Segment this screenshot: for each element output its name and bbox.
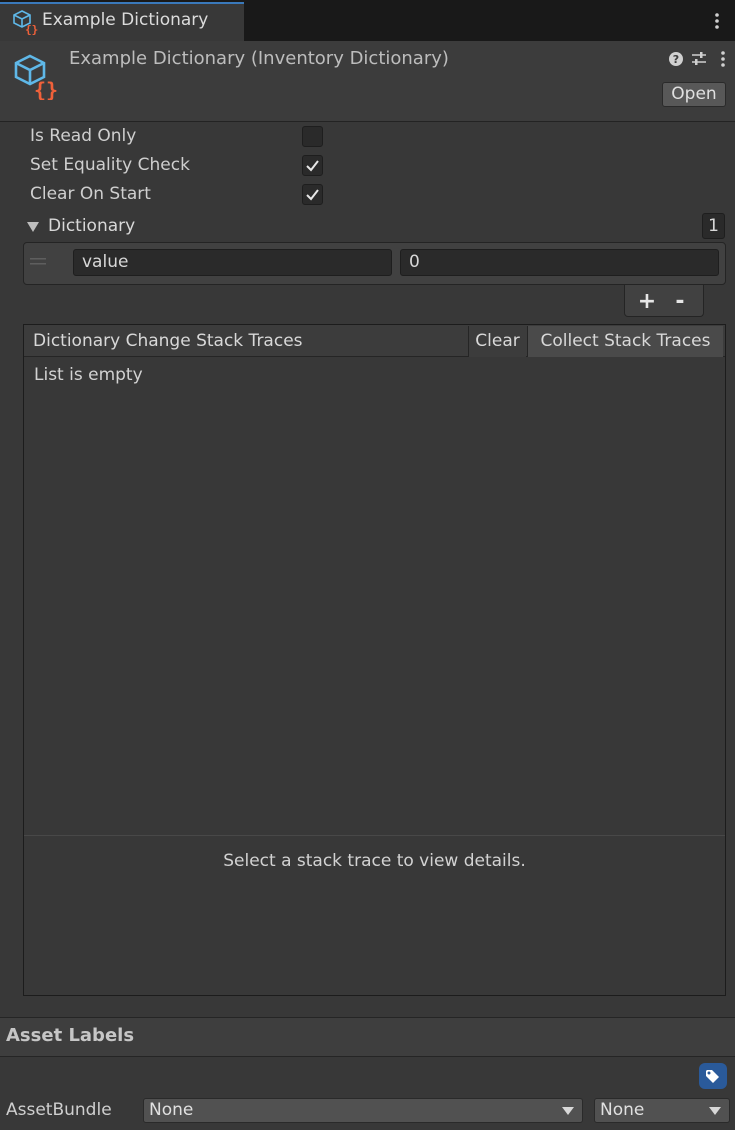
kebab-menu-icon[interactable] xyxy=(715,50,731,68)
assetbundle-name-dropdown[interactable]: None xyxy=(143,1098,583,1123)
dictionary-value-field[interactable]: 0 xyxy=(400,249,719,276)
svg-text:{}: {} xyxy=(25,23,38,35)
object-title: Example Dictionary (Inventory Dictionary… xyxy=(69,48,449,69)
set-equality-check-label: Set Equality Check xyxy=(30,155,190,175)
add-entry-button[interactable]: + xyxy=(635,289,659,314)
dictionary-foldout-label[interactable]: Dictionary xyxy=(48,216,135,236)
dictionary-key-field[interactable]: value xyxy=(73,249,392,276)
collect-stack-traces-toggle[interactable]: Collect Stack Traces xyxy=(527,326,723,357)
asset-labels-title: Asset Labels xyxy=(6,1025,135,1046)
dictionary-count-field[interactable]: 1 xyxy=(702,213,725,239)
is-read-only-checkbox[interactable] xyxy=(302,126,323,147)
split-divider[interactable] xyxy=(24,835,725,836)
help-icon[interactable]: ? xyxy=(667,50,685,68)
preset-icon[interactable] xyxy=(690,50,708,68)
assetbundle-variant-value: None xyxy=(600,1100,645,1120)
tab-title: Example Dictionary xyxy=(42,10,209,30)
is-read-only-label: Is Read Only xyxy=(30,126,137,146)
dropdown-arrow-icon xyxy=(562,1107,574,1115)
open-button[interactable]: Open xyxy=(662,82,726,107)
remove-entry-button[interactable]: - xyxy=(668,289,692,314)
scriptable-object-icon: {} xyxy=(13,10,38,35)
stack-trace-details: Select a stack trace to view details. xyxy=(223,851,526,871)
set-equality-check-checkbox[interactable] xyxy=(302,155,323,176)
assetbundle-variant-dropdown[interactable]: None xyxy=(594,1098,730,1123)
assetbundle-label: AssetBundle xyxy=(6,1100,112,1120)
stack-trace-title: Dictionary Change Stack Traces xyxy=(33,331,303,351)
tag-icon[interactable] xyxy=(699,1063,727,1089)
dropdown-arrow-icon xyxy=(709,1107,721,1115)
svg-text:?: ? xyxy=(673,53,679,66)
kebab-menu-icon[interactable] xyxy=(709,10,725,32)
assetbundle-name-value: None xyxy=(149,1100,194,1120)
stack-trace-panel xyxy=(23,324,726,996)
clear-button[interactable]: Clear xyxy=(468,326,526,357)
svg-text:{}: {} xyxy=(34,78,58,100)
scriptable-object-icon: {} xyxy=(14,54,58,100)
clear-on-start-label: Clear On Start xyxy=(30,184,151,204)
triangle-down-icon[interactable] xyxy=(26,221,40,233)
checkmark-icon xyxy=(306,160,319,172)
clear-on-start-checkbox[interactable] xyxy=(302,184,323,205)
checkmark-icon xyxy=(306,189,319,201)
drag-handle-icon[interactable] xyxy=(30,257,46,267)
empty-list-text: List is empty xyxy=(34,365,143,385)
